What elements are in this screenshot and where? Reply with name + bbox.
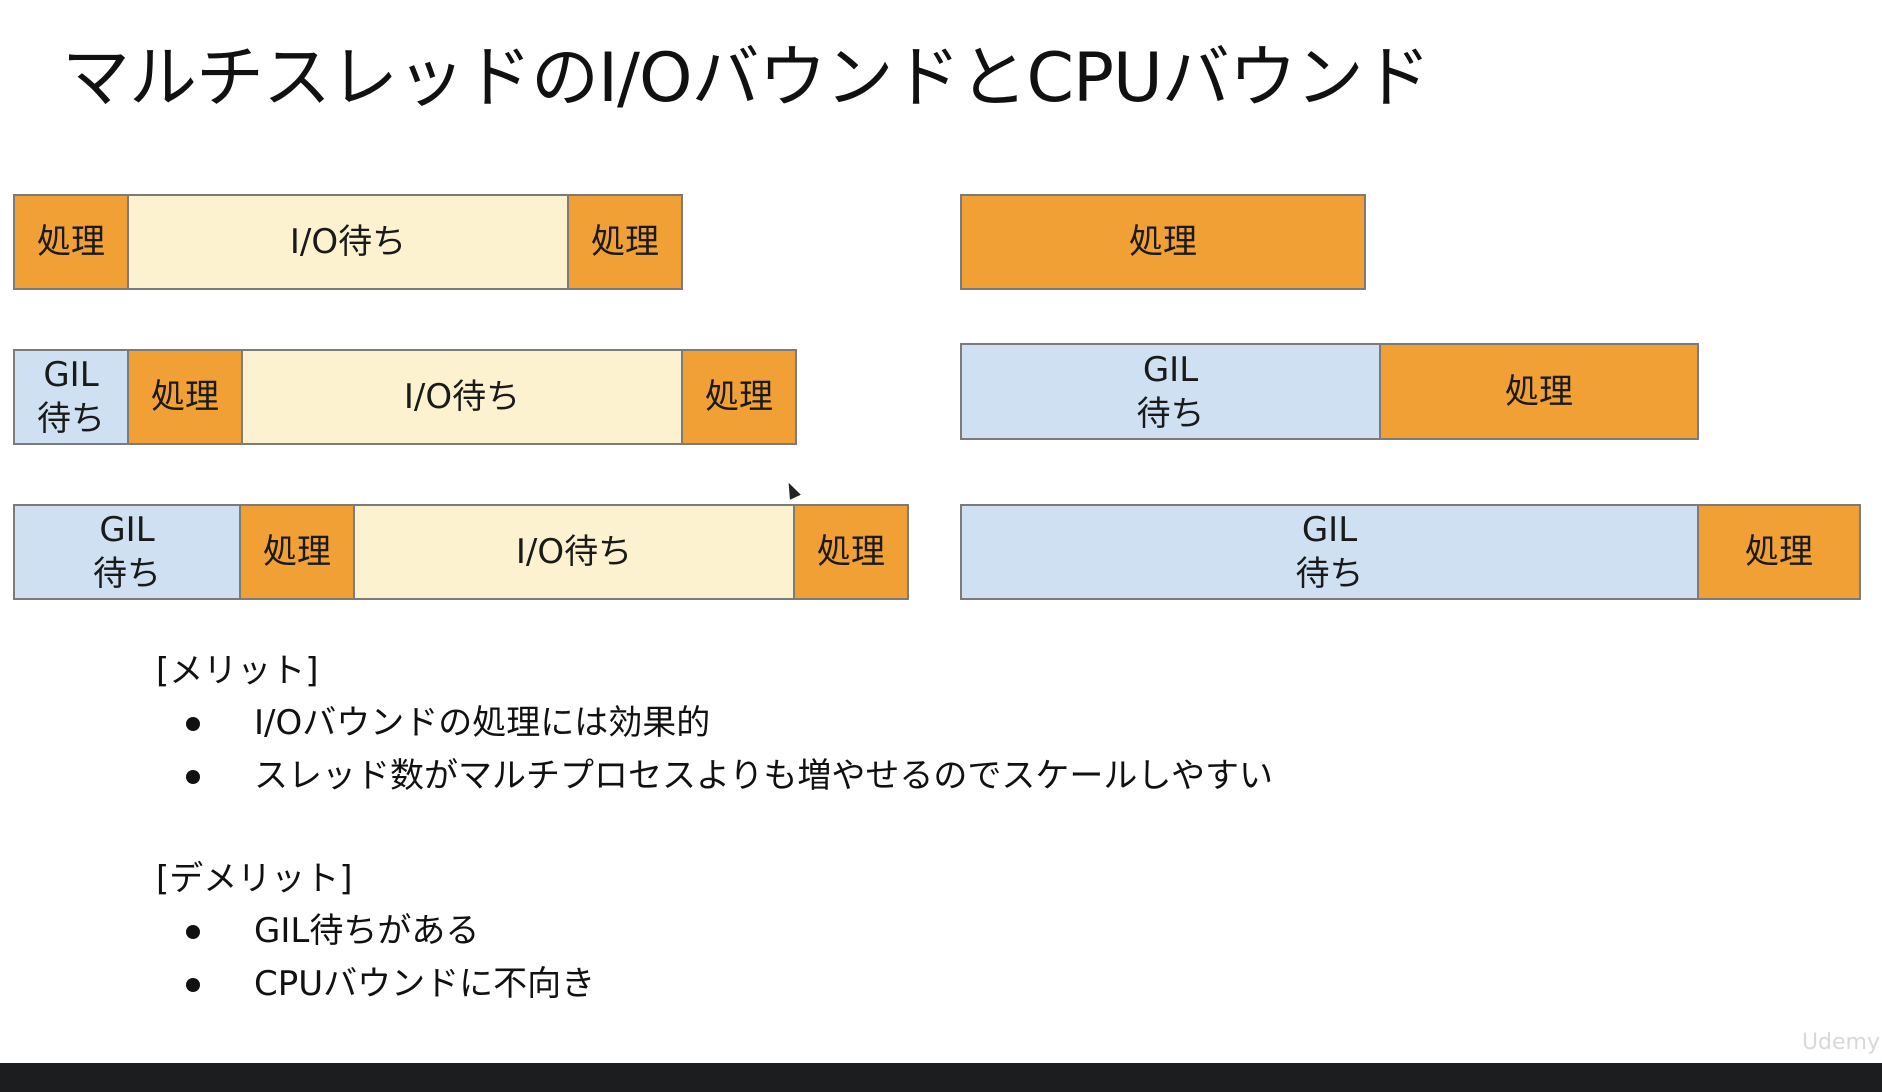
cpu-bound-thread-3: GIL 待ち 処理 (960, 504, 1861, 600)
demerits-heading: [デメリット] (156, 859, 353, 899)
processing-block: 処理 (239, 504, 355, 600)
bullet-icon (186, 770, 200, 784)
demerits-list: GIL待ちがある CPUバウンドに不向き (156, 905, 595, 1011)
video-player-bar (0, 1063, 1882, 1092)
list-item: GIL待ちがある (156, 905, 595, 958)
processing-block: 処理 (13, 194, 129, 290)
processing-block: 処理 (567, 194, 683, 290)
bullet-icon (186, 717, 200, 731)
gil-wait-block: GIL 待ち (960, 343, 1381, 440)
list-item: スレッド数がマルチプロセスよりも増やせるのでスケールしやすい (156, 750, 1273, 803)
io-bound-thread-2: GIL 待ち 処理 I/O待ち 処理 (13, 349, 797, 445)
mouse-cursor-icon (783, 480, 801, 500)
io-wait-block: I/O待ち (127, 194, 569, 290)
watermark-logo: Udemy (1801, 1030, 1880, 1055)
io-wait-block: I/O待ち (241, 349, 683, 445)
gil-wait-block: GIL 待ち (960, 504, 1699, 600)
bullet-icon (186, 978, 200, 992)
demerits-section: [デメリット] GIL待ちがある CPUバウンドに不向き (156, 857, 595, 1011)
processing-block: 処理 (1379, 343, 1699, 440)
io-wait-block: I/O待ち (353, 504, 795, 600)
cpu-bound-thread-1: 処理 (960, 194, 1366, 290)
bullet-icon (186, 925, 200, 939)
slide-title: マルチスレッドのI/OバウンドとCPUバウンド (62, 39, 1431, 118)
gil-wait-block: GIL 待ち (13, 349, 129, 445)
io-bound-thread-1: 処理 I/O待ち 処理 (13, 194, 683, 290)
gil-wait-block: GIL 待ち (13, 504, 241, 600)
merits-section: [メリット] I/Oバウンドの処理には効果的 スレッド数がマルチプロセスよりも増… (156, 649, 1273, 803)
processing-block: 処理 (793, 504, 909, 600)
io-bound-thread-3: GIL 待ち 処理 I/O待ち 処理 (13, 504, 909, 600)
cpu-bound-thread-2: GIL 待ち 処理 (960, 343, 1699, 440)
merits-list: I/Oバウンドの処理には効果的 スレッド数がマルチプロセスよりも増やせるのでスケ… (156, 697, 1273, 803)
processing-block: 処理 (960, 194, 1366, 290)
processing-block: 処理 (127, 349, 243, 445)
slide: マルチスレッドのI/OバウンドとCPUバウンド 処理 I/O待ち 処理 GIL … (0, 0, 1882, 1063)
list-item: I/Oバウンドの処理には効果的 (156, 697, 1273, 750)
list-item: CPUバウンドに不向き (156, 958, 595, 1011)
merits-heading: [メリット] (156, 651, 319, 691)
processing-block: 処理 (1697, 504, 1861, 600)
processing-block: 処理 (681, 349, 797, 445)
